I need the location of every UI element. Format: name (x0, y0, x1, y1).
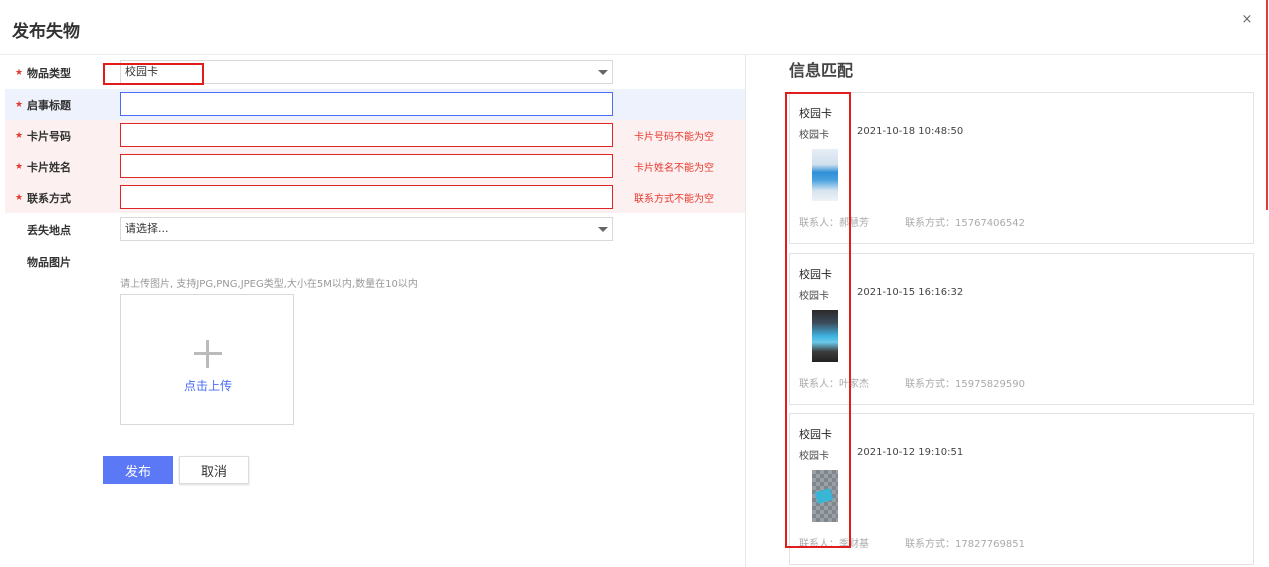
upload-hint: 请上传图片, 支持JPG,PNG,JPEG类型,大小在5M以内,数量在10以内 (120, 279, 418, 290)
contact-error: 联系方式不能为空 (634, 194, 714, 205)
form-row-card-name: ★ 卡片姓名 卡片姓名不能为空 (5, 151, 745, 182)
contact-input[interactable] (120, 185, 613, 209)
card-item-time: 2021-10-18 10:48:50 (857, 126, 964, 137)
plus-icon (194, 340, 222, 368)
form-row-card-no: ★ 卡片号码 卡片号码不能为空 (5, 120, 745, 151)
card-name-input[interactable] (120, 154, 613, 178)
form-row-photo: 物品图片 (5, 246, 745, 277)
card-no-input[interactable] (120, 123, 613, 147)
card-name-error: 卡片姓名不能为空 (634, 163, 714, 174)
match-card[interactable]: 校园卡 校园卡 2021-10-12 19:10:51 联系人：季财基 联系方式… (789, 413, 1254, 565)
card-photo (812, 149, 838, 201)
card-item-time: 2021-10-12 19:10:51 (857, 447, 964, 458)
card-item-type: 校园卡 (799, 291, 829, 302)
caret-down-icon (598, 70, 608, 75)
cancel-button[interactable]: 取消 (179, 456, 249, 484)
required-star-icon: ★ (15, 193, 24, 203)
card-photo (812, 310, 838, 362)
card-phone: 联系方式：15767406542 (905, 218, 1025, 229)
close-icon[interactable]: × (1240, 12, 1254, 27)
match-card[interactable]: 校园卡 校园卡 2021-10-15 16:16:32 联系人：叶家杰 联系方式… (789, 253, 1254, 405)
form-row-type: ★ 物品类型 校园卡 (5, 57, 745, 88)
card-contact: 联系人：季财基 (799, 539, 869, 550)
card-no-label: 卡片号码 (27, 130, 71, 143)
title-divider (0, 54, 1266, 55)
card-contact: 联系人：叶家杰 (799, 379, 869, 390)
card-item-name: 校园卡 (799, 268, 832, 281)
card-item-type: 校园卡 (799, 130, 829, 141)
card-contact: 联系人：郝慧芳 (799, 218, 869, 229)
form-row-title: ★ 启事标题 (5, 89, 745, 120)
required-star-icon: ★ (15, 100, 24, 110)
card-no-error: 卡片号码不能为空 (634, 132, 714, 143)
column-divider (745, 55, 746, 567)
dialog-title: 发布失物 (12, 22, 80, 42)
title-input[interactable] (120, 92, 613, 116)
upload-button[interactable]: 点击上传 (120, 294, 294, 425)
title-label: 启事标题 (27, 99, 71, 112)
location-select-placeholder: 请选择... (125, 222, 169, 235)
location-label: 丢失地点 (27, 224, 71, 237)
required-star-icon: ★ (15, 68, 24, 78)
required-star-icon: ★ (15, 162, 24, 172)
form-row-location: 丢失地点 请选择... (5, 214, 745, 245)
location-select[interactable]: 请选择... (120, 217, 613, 241)
scrollbar-edge (1266, 0, 1268, 210)
contact-label: 联系方式 (27, 192, 71, 205)
photo-label: 物品图片 (27, 256, 71, 269)
card-phone: 联系方式：17827769851 (905, 539, 1025, 550)
match-title: 信息匹配 (789, 61, 854, 80)
card-phone: 联系方式：15975829590 (905, 379, 1025, 390)
required-star-icon: ★ (15, 131, 24, 141)
card-photo (812, 470, 838, 522)
form-row-contact: ★ 联系方式 联系方式不能为空 (5, 182, 745, 213)
upload-label: 点击上传 (183, 379, 232, 393)
card-name-label: 卡片姓名 (27, 161, 71, 174)
card-item-type: 校园卡 (799, 451, 829, 462)
caret-down-icon (598, 227, 608, 232)
type-label: 物品类型 (27, 67, 71, 80)
type-select-value: 校园卡 (125, 65, 158, 78)
card-item-name: 校园卡 (799, 428, 832, 441)
type-select[interactable]: 校园卡 (120, 60, 613, 84)
match-card[interactable]: 校园卡 校园卡 2021-10-18 10:48:50 联系人：郝慧芳 联系方式… (789, 92, 1254, 244)
card-item-name: 校园卡 (799, 107, 832, 120)
submit-button[interactable]: 发布 (103, 456, 173, 484)
card-item-time: 2021-10-15 16:16:32 (857, 287, 964, 298)
